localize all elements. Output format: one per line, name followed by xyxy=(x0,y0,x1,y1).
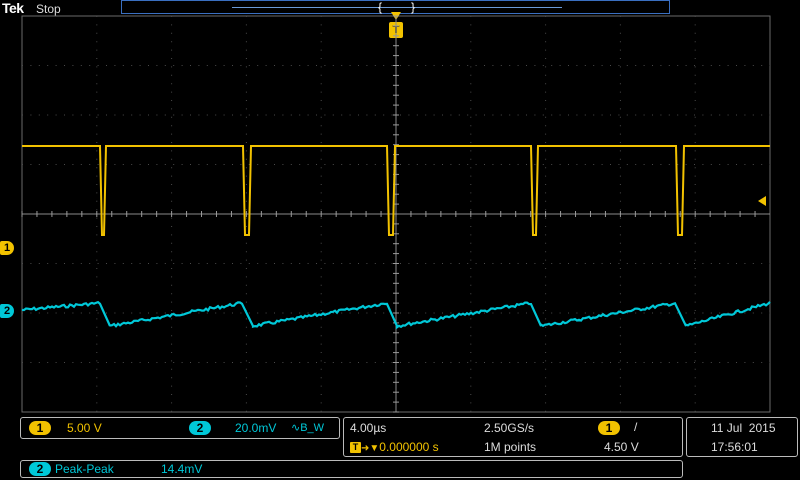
measurement-source-badge[interactable]: 2 xyxy=(29,462,51,476)
date: 11 Jul 2015 xyxy=(711,421,776,435)
record-length: 1M points xyxy=(484,440,537,454)
channel-readout-panel: 1 5.00 V 2 20.0mV ∿B_W xyxy=(20,417,340,439)
trigger-level: 4.50 V xyxy=(604,440,639,454)
trigger-slope-icon: / xyxy=(634,420,638,434)
measurement-name: Peak-Peak xyxy=(55,462,114,476)
trigger-t-icon: T xyxy=(350,442,361,454)
bandwidth-limit-icon: ∿B_W xyxy=(291,422,325,434)
ch2-scale: 20.0mV xyxy=(235,421,277,435)
delay-arrow-icon: ➜▼ xyxy=(361,443,380,454)
time: 17:56:01 xyxy=(711,440,758,454)
datetime-panel: 11 Jul 2015 17:56:01 xyxy=(686,417,798,457)
measurement-panel: 2 Peak-Peak 14.4mV xyxy=(20,460,683,478)
ch1-ground-marker[interactable]: 1 xyxy=(0,241,14,255)
trigger-source-badge[interactable]: 1 xyxy=(598,421,620,435)
trigger-delay-row: T ➜▼0.000000 s xyxy=(350,440,439,454)
scope-display xyxy=(21,15,771,413)
sample-rate: 2.50GS/s xyxy=(484,421,535,435)
ch1-badge[interactable]: 1 xyxy=(29,421,51,435)
graticule xyxy=(21,15,771,413)
trigger-level-arrow-icon[interactable] xyxy=(758,196,766,206)
timebase-trigger-panel: 4.00µs 2.50GS/s T ➜▼0.000000 s 1M points … xyxy=(343,417,683,457)
horizontal-scale: 4.00µs xyxy=(350,421,387,435)
ch1-scale: 5.00 V xyxy=(67,421,102,435)
ch2-ground-marker[interactable]: 2 xyxy=(0,304,14,318)
trigger-delay: 0.000000 s xyxy=(379,440,439,454)
ch2-badge[interactable]: 2 xyxy=(189,421,211,435)
measurement-value: 14.4mV xyxy=(161,462,203,476)
